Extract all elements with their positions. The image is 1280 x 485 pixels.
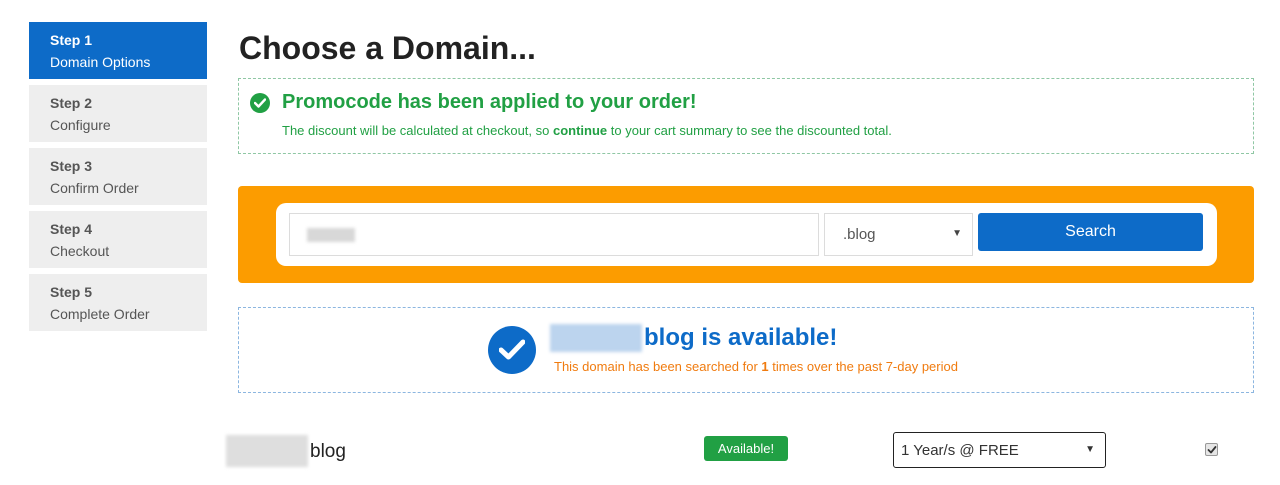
redacted-domain-text — [226, 435, 308, 467]
page-title: Choose a Domain... — [239, 30, 536, 66]
availability-heading: blog is available! — [644, 324, 838, 351]
status-badge: Available! — [704, 436, 788, 461]
step-number: Step 5 — [50, 284, 93, 300]
step-number: Step 2 — [50, 95, 93, 111]
order-steps-sidebar: Step 1 Domain Options Step 2 Configure S… — [29, 22, 207, 337]
domain-search-input[interactable] — [289, 213, 819, 256]
tld-selected-value: .blog — [843, 226, 876, 243]
step-label: Confirm Order — [50, 180, 139, 196]
promo-message-emphasis: continue — [552, 123, 608, 138]
period-selected-value: 1 Year/s @ FREE — [901, 442, 1019, 459]
search-count: 1 — [761, 359, 769, 374]
step-label: Checkout — [50, 243, 110, 259]
promo-heading: Promocode has been applied to your order… — [282, 91, 697, 113]
domain-select-checkbox[interactable] — [1205, 443, 1218, 456]
domain-search-form: .blog ▼ Search — [276, 203, 1217, 266]
promo-applied-alert: Promocode has been applied to your order… — [238, 78, 1254, 154]
search-count-note: This domain has been searched for 1 time… — [554, 359, 958, 374]
step-label: Configure — [50, 117, 111, 133]
step-number: Step 3 — [50, 158, 93, 174]
step-number: Step 4 — [50, 221, 93, 237]
domain-available-alert: blog is available! This domain has been … — [238, 307, 1254, 393]
promo-message: The discount will be calculated at check… — [282, 123, 892, 138]
chevron-down-icon: ▼ — [1085, 444, 1095, 455]
step-label: Complete Order — [50, 306, 150, 322]
step-checkout[interactable]: Step 4 Checkout — [29, 211, 207, 268]
check-circle-icon — [488, 326, 536, 374]
registration-period-select[interactable]: 1 Year/s @ FREE ▼ — [893, 432, 1106, 468]
step-domain-options[interactable]: Step 1 Domain Options — [29, 22, 207, 79]
result-domain-name: blog — [310, 441, 346, 462]
step-complete-order[interactable]: Step 5 Complete Order — [29, 274, 207, 331]
step-number: Step 1 — [50, 32, 93, 48]
step-confirm-order[interactable]: Step 3 Confirm Order — [29, 148, 207, 205]
check-circle-icon — [250, 93, 270, 113]
step-label: Domain Options — [50, 54, 151, 70]
search-button[interactable]: Search — [978, 213, 1203, 251]
domain-search-panel: .blog ▼ Search — [238, 186, 1254, 283]
tld-select[interactable]: .blog ▼ — [824, 213, 973, 256]
redacted-domain-text — [307, 228, 355, 242]
redacted-domain-text — [550, 322, 642, 354]
chevron-down-icon: ▼ — [952, 228, 962, 239]
step-configure[interactable]: Step 2 Configure — [29, 85, 207, 142]
